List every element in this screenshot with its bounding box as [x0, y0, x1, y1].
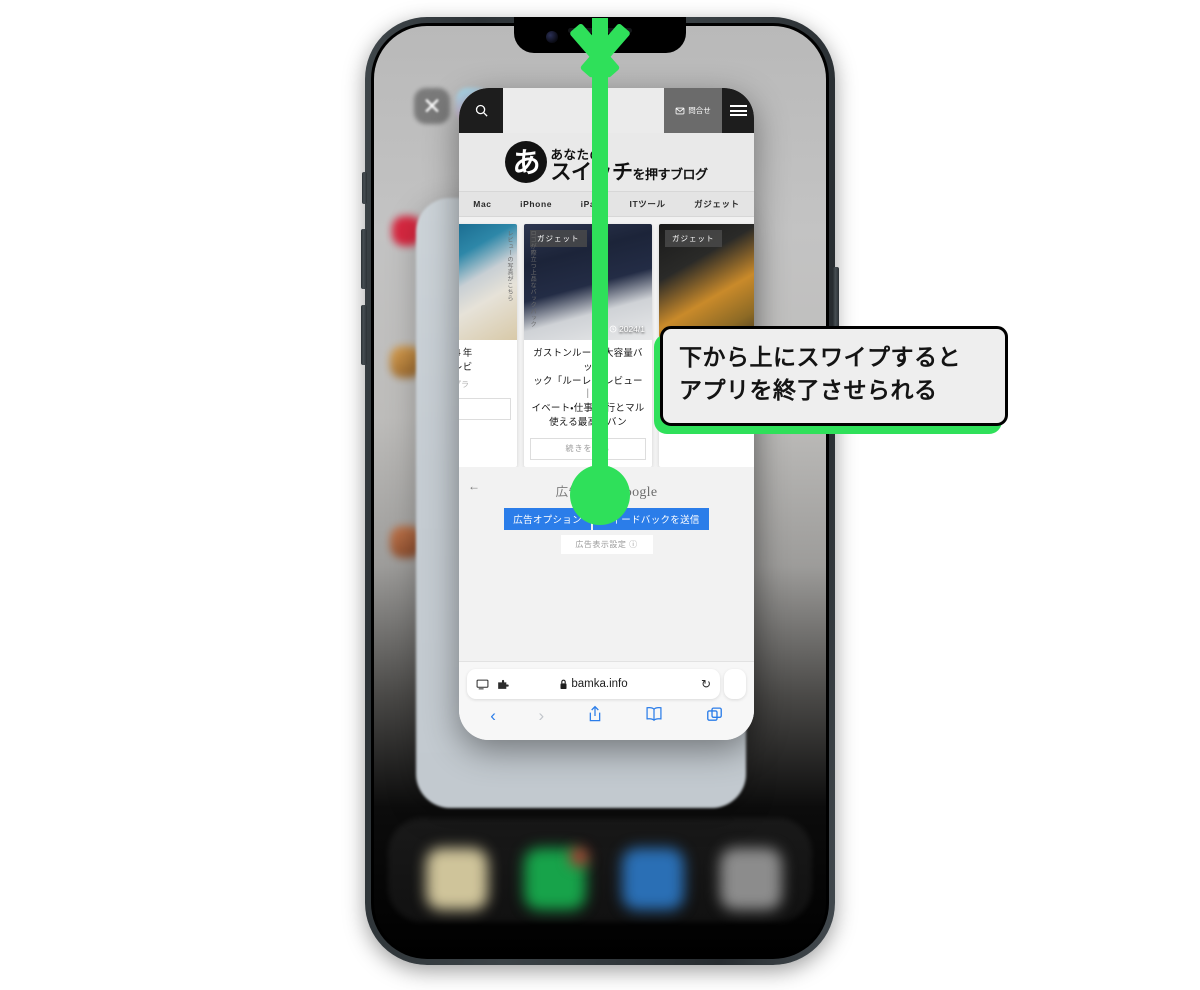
article-thumbnail: レビューの写真がこちら 24/11/2: [459, 224, 517, 340]
article-card[interactable]: ガジェット ロゴが際立つ上品なバックパック 2024/1 ガストンルーガ 大容量…: [524, 224, 652, 467]
article-card[interactable]: レビューの写真がこちら 24/11/2 は？４年 めてレビ （スプラ: [459, 224, 517, 467]
dock-app-icon: [622, 848, 684, 910]
mail-icon: [675, 107, 685, 114]
site-logo-band: あなたの スイッチを押すブログ: [459, 133, 754, 191]
iphone-screen: ✕ 問合せ あ あなたの スイッチを押すブログ Mac iPhone iPad …: [374, 26, 826, 956]
safari-forward-button: ›: [538, 706, 545, 725]
lock-icon: [560, 679, 567, 689]
article-tag: ガジェット: [530, 230, 587, 247]
article-thumbnail: ガジェット ビュー｜ Rollin 16″ La: [659, 224, 754, 340]
callout-line-2: アプリを終了させられる: [679, 378, 938, 405]
iphone-notch: [514, 17, 686, 53]
back-arrow-icon[interactable]: ←: [468, 479, 480, 493]
safari-bottom-toolbar: bamka.info ↻ ‹ ›: [459, 661, 754, 740]
earpiece-speaker: [568, 28, 632, 33]
instruction-callout: 下から上にスワイプすると アプリを終了させられる: [654, 326, 1008, 434]
callout-line-1: 下から上にスワイプすると: [679, 345, 961, 371]
callout-box: 下から上にスワイプすると アプリを終了させられる: [660, 326, 1008, 426]
site-logo-line1: あなたの: [550, 147, 603, 162]
logo-main-text: スイッチ: [550, 161, 633, 184]
safari-bookmarks-button[interactable]: [645, 706, 663, 725]
clock-icon: [609, 325, 617, 333]
ad-settings-link[interactable]: 広告表示設定 ⓘ: [560, 534, 653, 554]
safari-share-button[interactable]: [587, 705, 603, 726]
ad-options-button[interactable]: 広告オプション: [504, 507, 591, 530]
volume-up-button[interactable]: [361, 229, 367, 289]
google-ad-block: ← 広告提供: Google 広告オプション フィードバックを送信 広告表示設定…: [459, 466, 754, 585]
front-camera: [546, 31, 558, 43]
nav-item-ipad[interactable]: iPad: [581, 199, 601, 209]
site-navigation: Mac iPhone iPad ITツール ガジェット: [459, 191, 754, 217]
article-title-line: は？４年: [459, 348, 473, 359]
article-title-line: 使える最高カバン: [549, 416, 627, 428]
site-header-bar: 問合せ: [459, 88, 754, 133]
volume-down-button[interactable]: [361, 305, 367, 365]
logo-suffix-text: を押すブログ: [632, 167, 708, 182]
nav-item-mac[interactable]: Mac: [473, 199, 491, 209]
search-icon[interactable]: [459, 88, 503, 133]
article-date-text: 2024/1: [619, 324, 645, 334]
article-date: 2024/1: [609, 324, 645, 334]
article-vertical-caption: レビューの写真がこちら: [506, 230, 512, 302]
ad-provider-prefix: 広告提供:: [555, 484, 615, 499]
safari-address-bar[interactable]: bamka.info ↻: [467, 669, 720, 699]
article-title-line: ック「ルーレン レビュー｜: [533, 375, 643, 401]
article-title-line: ガストンルーガ 大容量バッ: [533, 348, 643, 373]
article-title: ガストンルーガ 大容量バッ ック「ルーレン レビュー｜ イベート・仕事 旅行とマ…: [524, 340, 652, 434]
contact-button[interactable]: 問合せ: [664, 88, 722, 133]
safari-tabs-button[interactable]: [706, 706, 723, 726]
nav-item-iphone[interactable]: iPhone: [520, 199, 552, 209]
safari-next-tab-peek[interactable]: [724, 669, 746, 699]
article-title: は？４年 めてレビ: [459, 340, 517, 379]
contact-label: 問合せ: [688, 106, 711, 115]
safari-url-display: bamka.info: [467, 678, 720, 690]
nav-item-ittool[interactable]: ITツール: [630, 198, 666, 210]
reload-icon[interactable]: ↻: [701, 677, 711, 691]
x-twitter-glyph: ✕: [422, 92, 442, 119]
site-logo-mark: [505, 141, 548, 183]
article-footer-text: （スプラ: [459, 379, 469, 389]
article-more-button[interactable]: 続きをみる: [530, 437, 646, 460]
ad-provider-name: Google: [614, 484, 658, 500]
nav-item-gadget[interactable]: ガジェット: [694, 198, 740, 210]
article-vertical-caption: ロゴが際立つ上品なバックパック: [529, 230, 536, 328]
dock-app-icon: [720, 848, 782, 910]
article-title-line: めてレビ: [459, 361, 473, 373]
ad-feedback-button[interactable]: フィードバックを送信: [592, 507, 709, 530]
site-logo-line2: スイッチを押すブログ: [550, 161, 708, 184]
article-title-line: イベート・仕事 旅行とマル: [531, 403, 645, 415]
iphone-device-frame: ✕ 問合せ あ あなたの スイッチを押すブログ Mac iPhone iPad …: [361, 17, 839, 965]
safari-url-text: bamka.info: [571, 678, 628, 690]
article-thumbnail: ガジェット ロゴが際立つ上品なバックパック 2024/1: [524, 224, 652, 340]
article-tag: ガジェット: [665, 230, 722, 247]
iphone-bezel: ✕ 問合せ あ あなたの スイッチを押すブログ Mac iPhone iPad …: [371, 23, 829, 959]
dock-app-badge: [570, 848, 588, 866]
dock-app-icon: [426, 848, 488, 910]
mute-switch-button[interactable]: [362, 172, 367, 204]
hamburger-menu-icon[interactable]: [722, 88, 754, 133]
safari-back-button[interactable]: ‹: [490, 707, 496, 724]
article-more-button[interactable]: [459, 397, 511, 420]
ad-provider-label: 広告提供: Google: [459, 481, 754, 501]
